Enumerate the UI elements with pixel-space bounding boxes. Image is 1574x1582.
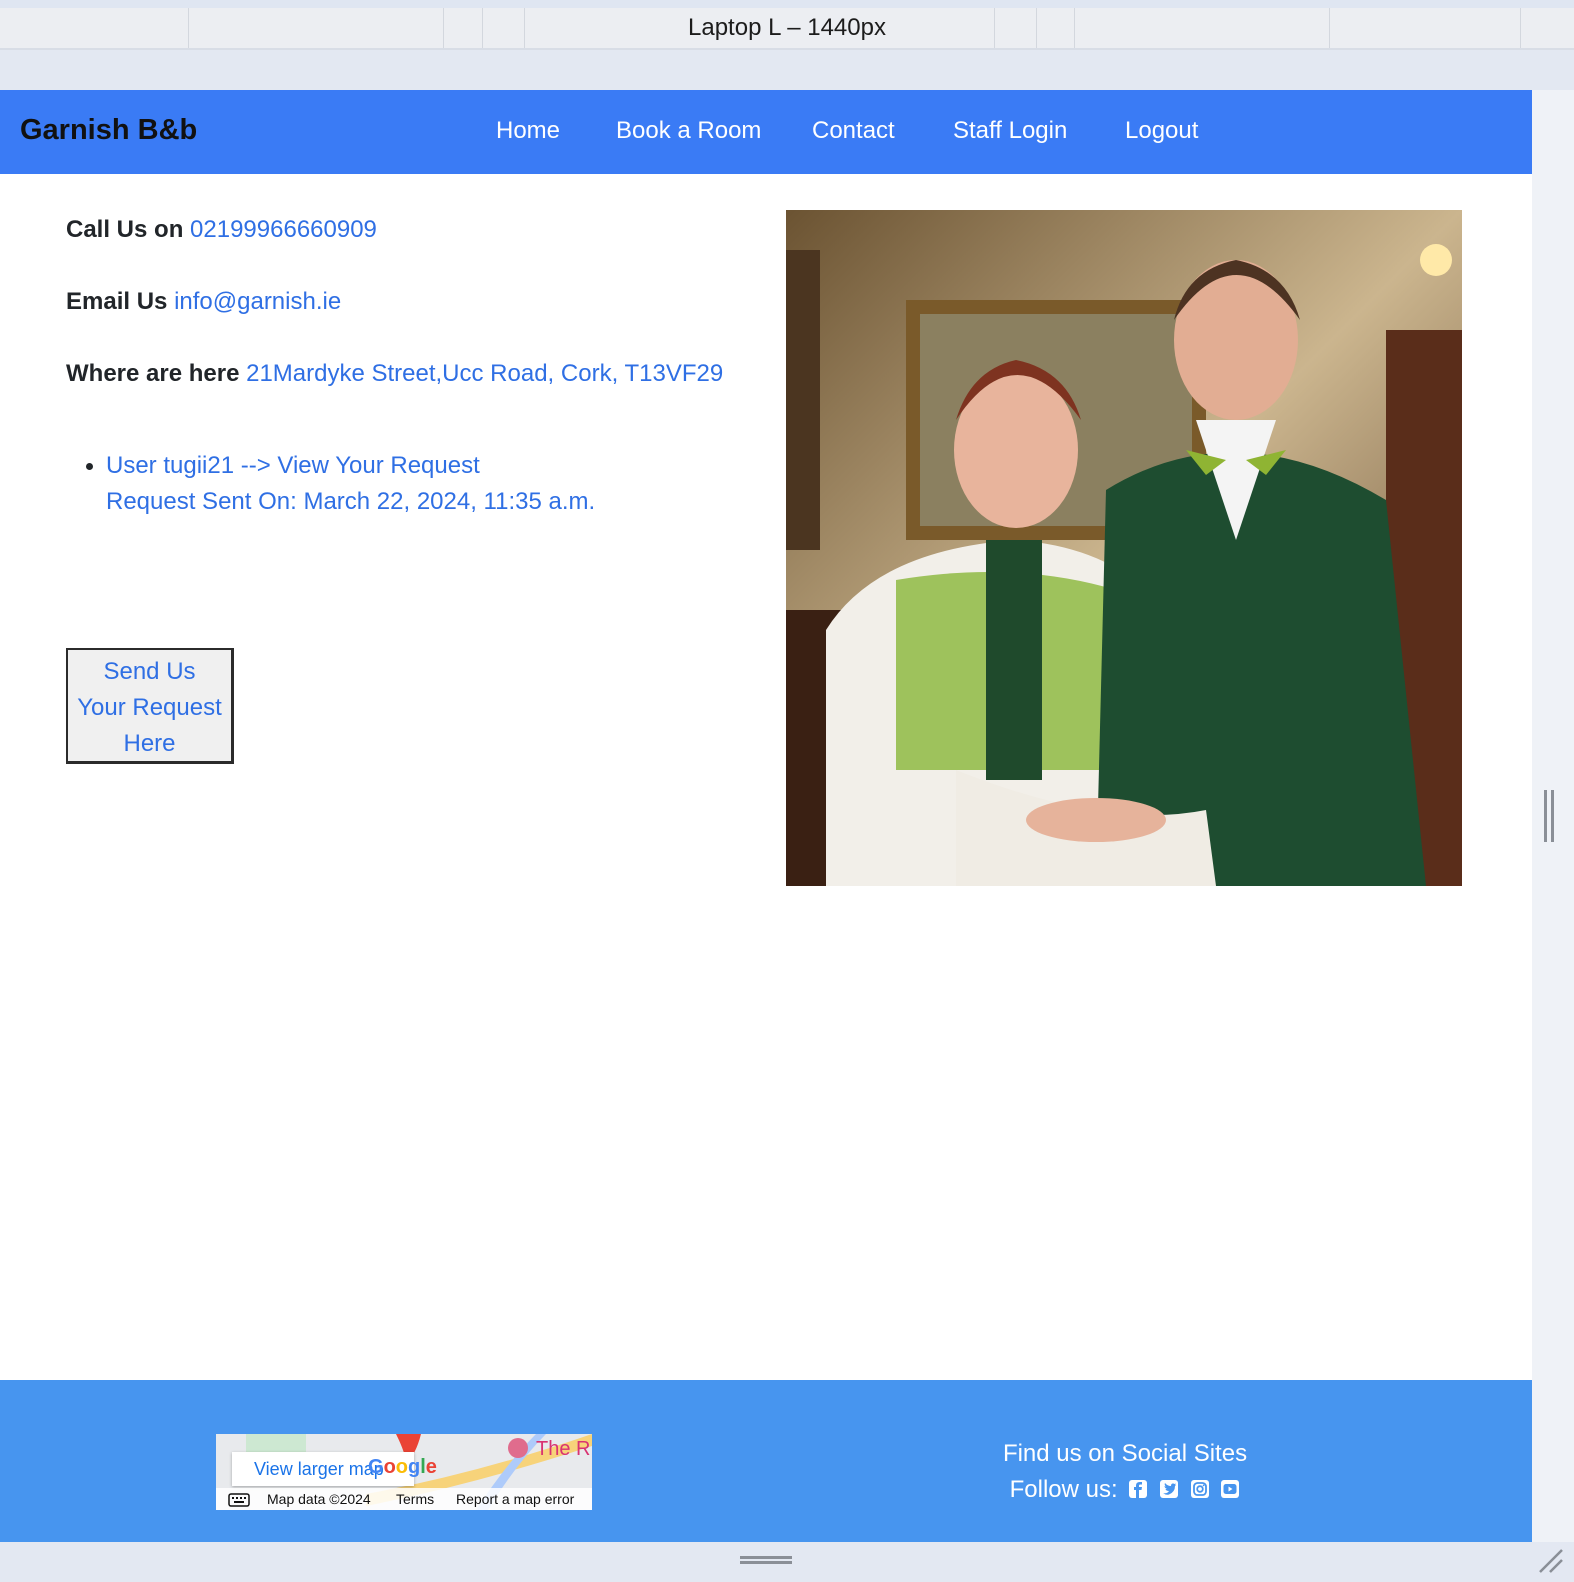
send-request-button[interactable]: Send Us Your Request Here [66, 648, 234, 764]
send-button-line3: Here [123, 730, 176, 757]
email-line: Email Us info@garnish.ie [66, 288, 341, 316]
request-sent-text: Request Sent On: March 22, 2024, 11:35 a… [106, 488, 596, 515]
follow-label: Follow us: [1009, 1476, 1118, 1503]
view-request-link[interactable]: User tugii21 --> View Your Request Reque… [106, 448, 595, 520]
youtube-icon[interactable] [1220, 1479, 1240, 1499]
hosts-photo [786, 210, 1462, 886]
keyboard-icon[interactable] [228, 1488, 250, 1510]
footer: View larger map Google The R Map data ©2… [0, 1380, 1532, 1542]
map-terms-link[interactable]: Terms [396, 1488, 434, 1510]
bullet [86, 463, 93, 470]
map-data-text[interactable]: Map data ©2024 [267, 1488, 371, 1510]
call-label: Call Us on [66, 216, 184, 243]
send-button-line2: Your Request [77, 694, 222, 721]
embedded-map[interactable]: View larger map Google The R Map data ©2… [216, 1434, 592, 1510]
navbar: Garnish B&b Home Book a Room Contact Sta… [0, 90, 1532, 174]
nav-book-room[interactable]: Book a Room [616, 117, 761, 145]
facebook-icon[interactable] [1128, 1479, 1148, 1499]
email-link[interactable]: info@garnish.ie [174, 288, 341, 315]
address-link[interactable]: 21Mardyke Street,Ucc Road, Cork, T13VF29 [246, 360, 723, 387]
social-title: Find us on Social Sites [1002, 1440, 1248, 1467]
viewport-label[interactable]: Laptop L – 1440px [0, 14, 1574, 42]
bottom-resize-handle[interactable] [740, 1556, 792, 1564]
brand-link[interactable]: Garnish B&b [20, 114, 197, 147]
address-line: Where are here 21Mardyke Street,Ucc Road… [66, 360, 723, 388]
where-label: Where are here [66, 360, 240, 387]
twitter-icon[interactable] [1159, 1479, 1179, 1499]
google-logo: Google [368, 1456, 437, 1478]
social-section: Find us on Social Sites Follow us: [1000, 1436, 1250, 1508]
page-viewport: Garnish B&b Home Book a Room Contact Sta… [0, 90, 1532, 1542]
devtools-viewport-bar: Laptop L – 1440px [0, 0, 1574, 50]
nav-logout[interactable]: Logout [1125, 117, 1198, 145]
list-item: User tugii21 --> View Your Request Reque… [86, 448, 595, 520]
nav-staff-login[interactable]: Staff Login [953, 117, 1067, 145]
phone-link[interactable]: 02199966660909 [190, 216, 377, 243]
map-poi-label: The R [536, 1438, 591, 1460]
resize-corner-icon[interactable] [1536, 1546, 1566, 1576]
map-attribution: Map data ©2024 Terms Report a map error [216, 1488, 592, 1510]
instagram-icon[interactable] [1190, 1479, 1210, 1499]
request-list: User tugii21 --> View Your Request Reque… [86, 448, 595, 520]
side-resize-handle[interactable] [1544, 790, 1554, 842]
request-link-text: User tugii21 --> View Your Request [106, 452, 480, 479]
send-button-line1: Send Us [103, 658, 196, 685]
email-label: Email Us [66, 288, 168, 315]
report-map-error-link[interactable]: Report a map error [456, 1488, 574, 1510]
nav-contact[interactable]: Contact [812, 117, 895, 145]
phone-line: Call Us on 02199966660909 [66, 216, 377, 244]
follow-line: Follow us: [1000, 1472, 1250, 1508]
nav-home[interactable]: Home [496, 117, 560, 145]
